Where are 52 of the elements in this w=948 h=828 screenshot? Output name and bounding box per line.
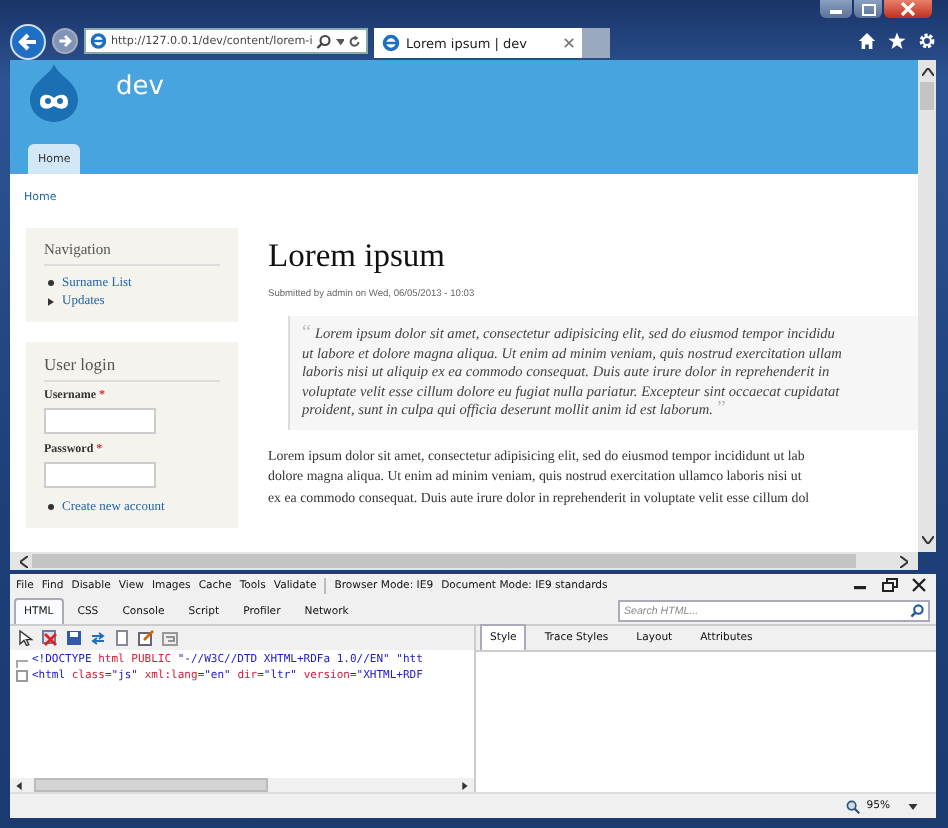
close-button[interactable] xyxy=(884,0,932,18)
input-field[interactable] xyxy=(44,408,156,434)
back-button[interactable] xyxy=(10,23,46,59)
close-icon[interactable] xyxy=(912,578,926,592)
open-quote-mark: “ xyxy=(302,324,311,344)
bullet-icon xyxy=(48,504,54,510)
scroll-thumb[interactable] xyxy=(32,554,856,568)
bullet-icon xyxy=(48,297,54,305)
horizontal-scrollbar[interactable] xyxy=(10,552,918,570)
scroll-right-icon[interactable] xyxy=(900,555,908,567)
word-wrap-icon[interactable] xyxy=(162,630,178,646)
forward-button[interactable] xyxy=(52,28,78,54)
scroll-left-icon[interactable] xyxy=(16,781,22,789)
horizontal-scrollbar[interactable] xyxy=(10,778,474,792)
expand-toggle[interactable] xyxy=(16,670,28,682)
scroll-thumb[interactable] xyxy=(920,82,934,110)
close-icon xyxy=(900,2,916,16)
browser-logo-icon xyxy=(90,32,107,50)
edit-icon[interactable] xyxy=(138,630,154,646)
scroll-down-icon[interactable] xyxy=(921,536,933,544)
document-icon[interactable] xyxy=(114,630,130,646)
browser-logo-icon xyxy=(382,34,400,52)
dropdown-caret-icon[interactable] xyxy=(908,803,918,809)
close-tab-icon[interactable] xyxy=(564,38,574,48)
block-title: User login xyxy=(44,354,116,374)
scroll-right-icon[interactable] xyxy=(462,781,468,789)
bullet-icon xyxy=(48,280,54,286)
input-field[interactable] xyxy=(44,462,156,488)
clear-icon[interactable] xyxy=(42,630,58,646)
minimize-button[interactable] xyxy=(820,0,852,18)
search-icon[interactable] xyxy=(910,604,924,618)
article-title: Lorem ipsum xyxy=(268,236,445,276)
refresh-arrows-icon[interactable] xyxy=(90,630,106,646)
zoom-icon xyxy=(846,799,861,813)
search-icon[interactable] xyxy=(316,33,332,49)
scroll-left-icon[interactable] xyxy=(20,555,28,567)
forward-arrow-icon xyxy=(58,34,72,48)
scroll-thumb[interactable] xyxy=(34,778,268,792)
favorites-star-icon[interactable] xyxy=(888,32,906,50)
scroll-up-icon[interactable] xyxy=(921,68,933,76)
close-quote-mark: ” xyxy=(716,400,726,420)
pointer-icon[interactable] xyxy=(18,630,34,646)
back-arrow-icon xyxy=(18,31,38,51)
settings-icon[interactable] xyxy=(918,32,936,50)
save-icon[interactable] xyxy=(66,630,82,646)
restore-icon[interactable] xyxy=(882,578,898,592)
drop-logo-icon xyxy=(24,62,84,122)
maximize-button[interactable] xyxy=(854,0,882,18)
refresh-icon[interactable] xyxy=(348,33,363,49)
home-icon[interactable] xyxy=(858,32,876,50)
vertical-scrollbar[interactable] xyxy=(918,60,936,552)
dropdown-caret-icon[interactable] xyxy=(335,37,345,45)
